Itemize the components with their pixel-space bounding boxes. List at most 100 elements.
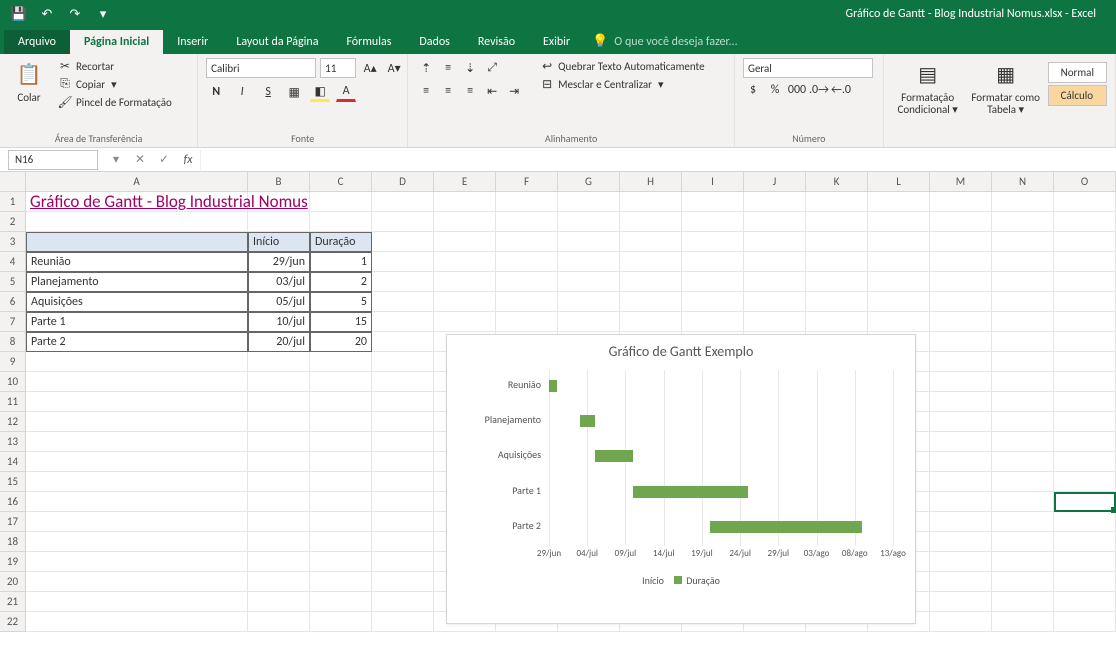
cell-style-calc[interactable]: Cálculo (1048, 85, 1107, 106)
fill-color-button[interactable]: ◧ (310, 82, 330, 102)
row-header[interactable]: 1 (0, 192, 26, 212)
percent-format-icon[interactable]: % (765, 80, 785, 100)
merge-center-button[interactable]: ⊟Mesclar e Centralizar▾ (538, 76, 706, 92)
row-header[interactable]: 17 (0, 512, 26, 532)
row-header[interactable]: 7 (0, 312, 26, 332)
tab-layout[interactable]: Layout da Página (222, 30, 332, 54)
select-all-corner[interactable] (0, 172, 26, 191)
col-header[interactable]: L (868, 172, 930, 191)
gantt-chart[interactable]: Gráfico de Gantt Exemplo 29/jun04/jul09/… (446, 334, 916, 624)
col-header[interactable]: I (682, 172, 744, 191)
table-header-empty[interactable] (26, 232, 248, 252)
increase-decimal-icon[interactable]: .0→ (809, 80, 829, 100)
formula-input[interactable] (200, 150, 1116, 170)
table-cell[interactable]: 2 (310, 272, 372, 292)
col-header[interactable]: O (1054, 172, 1116, 191)
table-cell[interactable]: Planejamento (26, 272, 248, 292)
cell-style-normal[interactable]: Normal (1048, 62, 1107, 83)
row-header[interactable]: 18 (0, 532, 26, 552)
tab-insert[interactable]: Inserir (163, 30, 222, 54)
tell-me[interactable]: 💡 O que você deseja fazer... (592, 34, 738, 54)
col-header[interactable]: N (992, 172, 1054, 191)
borders-button[interactable]: ▦ (284, 82, 304, 102)
align-right-icon[interactable]: ≡ (460, 81, 480, 101)
bold-button[interactable]: N (206, 82, 226, 102)
increase-font-icon[interactable]: A▴ (360, 58, 380, 78)
fx-icon[interactable]: fx (176, 150, 200, 170)
number-format-combo[interactable]: Geral (743, 58, 873, 78)
tab-formulas[interactable]: Fórmulas (332, 30, 405, 54)
row-header[interactable]: 21 (0, 592, 26, 612)
row-header[interactable]: 11 (0, 392, 26, 412)
table-cell[interactable]: 03/jul (248, 272, 310, 292)
row-header[interactable]: 6 (0, 292, 26, 312)
table-cell[interactable]: 5 (310, 292, 372, 312)
name-box[interactable]: N16 (8, 150, 98, 170)
format-painter-button[interactable]: 🖌Pincel de Formatação (56, 94, 174, 110)
tab-review[interactable]: Revisão (464, 30, 529, 54)
increase-indent-icon[interactable]: ⇥ (504, 81, 524, 101)
table-cell[interactable]: Parte 1 (26, 312, 248, 332)
decrease-indent-icon[interactable]: ⇤ (482, 81, 502, 101)
col-header[interactable]: M (930, 172, 992, 191)
table-cell[interactable]: Aquisições (26, 292, 248, 312)
enter-icon[interactable]: ✓ (152, 150, 176, 170)
table-cell[interactable]: Parte 2 (26, 332, 248, 352)
cell-grid[interactable]: Gráfico de Gantt - Blog Industrial Nomus… (26, 192, 1116, 632)
row-header[interactable]: 13 (0, 432, 26, 452)
col-header[interactable]: A (26, 172, 248, 191)
row-header[interactable]: 9 (0, 352, 26, 372)
tab-view[interactable]: Exibir (529, 30, 584, 54)
row-header[interactable]: 10 (0, 372, 26, 392)
col-header[interactable]: G (558, 172, 620, 191)
decrease-decimal-icon[interactable]: ←.0 (831, 80, 851, 100)
italic-button[interactable]: I (232, 82, 252, 102)
row-header[interactable]: 3 (0, 232, 26, 252)
align-left-icon[interactable]: ≡ (416, 81, 436, 101)
font-name-combo[interactable]: Calibri (206, 58, 316, 78)
paste-button[interactable]: 📋 Colar (8, 58, 50, 104)
tab-data[interactable]: Dados (405, 30, 463, 54)
row-header[interactable]: 12 (0, 412, 26, 432)
row-header[interactable]: 19 (0, 552, 26, 572)
table-cell[interactable]: 05/jul (248, 292, 310, 312)
copy-button[interactable]: ⎘Copiar▾ (56, 76, 174, 92)
col-header[interactable]: E (434, 172, 496, 191)
row-header[interactable]: 2 (0, 212, 26, 232)
accounting-format-icon[interactable]: $ (743, 80, 763, 100)
tab-home[interactable]: Página Inicial (70, 30, 163, 54)
align-bottom-icon[interactable]: ⇣ (460, 58, 480, 78)
col-header[interactable]: F (496, 172, 558, 191)
table-cell[interactable]: 29/jun (248, 252, 310, 272)
row-header[interactable]: 5 (0, 272, 26, 292)
tab-file[interactable]: Arquivo (4, 30, 70, 54)
col-header[interactable]: H (620, 172, 682, 191)
col-header[interactable]: D (372, 172, 434, 191)
comma-format-icon[interactable]: 000 (787, 80, 807, 100)
row-header[interactable]: 22 (0, 612, 26, 632)
table-cell[interactable]: 20/jul (248, 332, 310, 352)
font-color-button[interactable]: A (336, 82, 356, 102)
orientation-icon[interactable]: ⤢ (482, 58, 502, 78)
table-cell[interactable]: 10/jul (248, 312, 310, 332)
cut-button[interactable]: ✂Recortar (56, 58, 174, 74)
col-header[interactable]: J (744, 172, 806, 191)
format-as-table-button[interactable]: ▦ Formatar como Tabela ▾ (970, 58, 1042, 116)
col-header[interactable]: K (806, 172, 868, 191)
align-top-icon[interactable]: ⇡ (416, 58, 436, 78)
namebox-dropdown-icon[interactable]: ▾ (104, 150, 128, 170)
row-header[interactable]: 14 (0, 452, 26, 472)
table-cell[interactable]: 1 (310, 252, 372, 272)
underline-button[interactable]: S (258, 82, 278, 102)
row-header[interactable]: 16 (0, 492, 26, 512)
decrease-font-icon[interactable]: A▾ (384, 58, 404, 78)
row-header[interactable]: 20 (0, 572, 26, 592)
row-header[interactable]: 8 (0, 332, 26, 352)
align-middle-icon[interactable]: ≡ (438, 58, 458, 78)
cancel-icon[interactable]: ✕ (128, 150, 152, 170)
table-header-inicio[interactable]: Início (248, 232, 310, 252)
cell-A1-title-link[interactable]: Gráfico de Gantt - Blog Industrial Nomus (26, 192, 248, 212)
conditional-formatting-button[interactable]: ▤ Formatação Condicional ▾ (892, 58, 964, 116)
font-size-combo[interactable]: 11 (320, 58, 356, 78)
col-header[interactable]: B (248, 172, 310, 191)
